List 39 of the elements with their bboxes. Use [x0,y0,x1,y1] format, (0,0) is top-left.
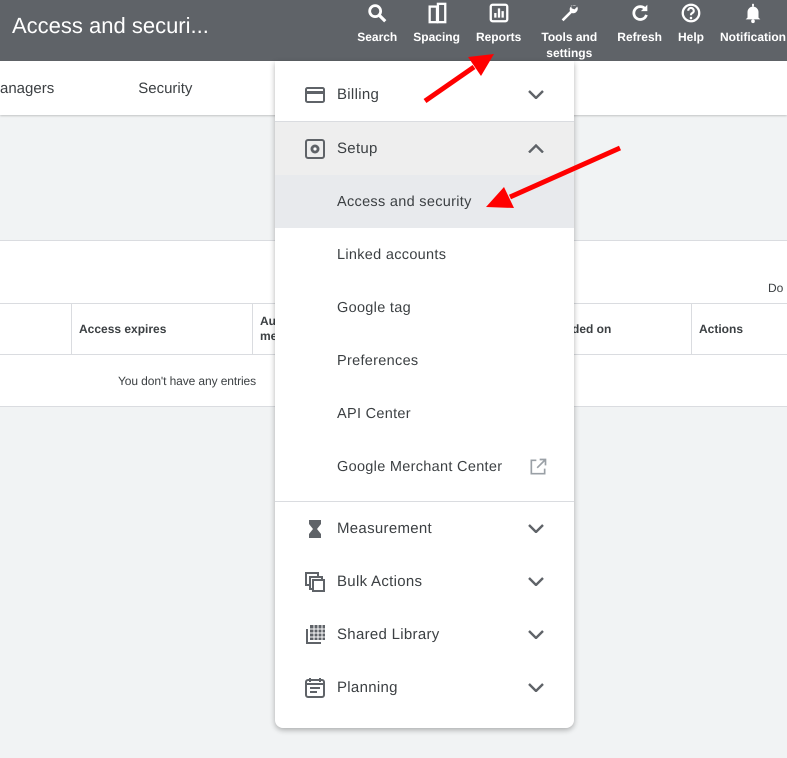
nav-button[interactable]: Reports [468,2,530,61]
nav-button[interactable]: Tools and settings [529,2,610,61]
chevron-down-icon [528,577,544,586]
menu-section[interactable]: Planning [275,661,574,714]
menu-section[interactable]: Measurement [275,502,574,555]
document-icon [303,676,327,700]
tab[interactable]: anagers [0,80,54,96]
nav-button[interactable]: Help [670,2,712,61]
tab[interactable]: Security [138,80,192,96]
menu-item[interactable]: API Center [275,387,574,440]
chevron-up-icon [528,144,544,153]
chevron-down-icon [528,630,544,639]
menu-section[interactable]: Shared Library [275,608,574,661]
truncated-label: Do [768,281,784,295]
grid-icon [303,622,327,646]
menu-section[interactable]: Bulk Actions [275,555,574,608]
page-title: Access and securi... [12,13,210,39]
menu-item[interactable]: Google Merchant Center [275,440,574,493]
nav-button[interactable]: Refresh [609,2,670,61]
nav-button[interactable]: Search [349,2,406,61]
empty-message: You don't have any entries [118,374,256,388]
help-icon [680,2,702,24]
chevron-down-icon [528,524,544,533]
copies-icon [303,570,327,594]
menu-item[interactable]: Access and security [275,175,574,228]
menu-section[interactable]: Billing [275,68,574,121]
column-header: Access expires [71,304,252,354]
bars-icon [426,2,448,24]
search-icon [366,2,388,24]
chevron-down-icon [528,683,544,692]
bar-chart-icon [488,2,510,24]
gear-icon [303,136,327,160]
menu-item[interactable]: Linked accounts [275,228,574,281]
column-header: Actions [691,304,787,354]
menu-section[interactable]: Setup [275,122,574,175]
nav-button[interactable]: Notification [712,2,787,61]
annotation-arrow [424,54,494,104]
chevron-down-icon [528,90,544,99]
nav-button[interactable]: Spacing [405,2,468,61]
